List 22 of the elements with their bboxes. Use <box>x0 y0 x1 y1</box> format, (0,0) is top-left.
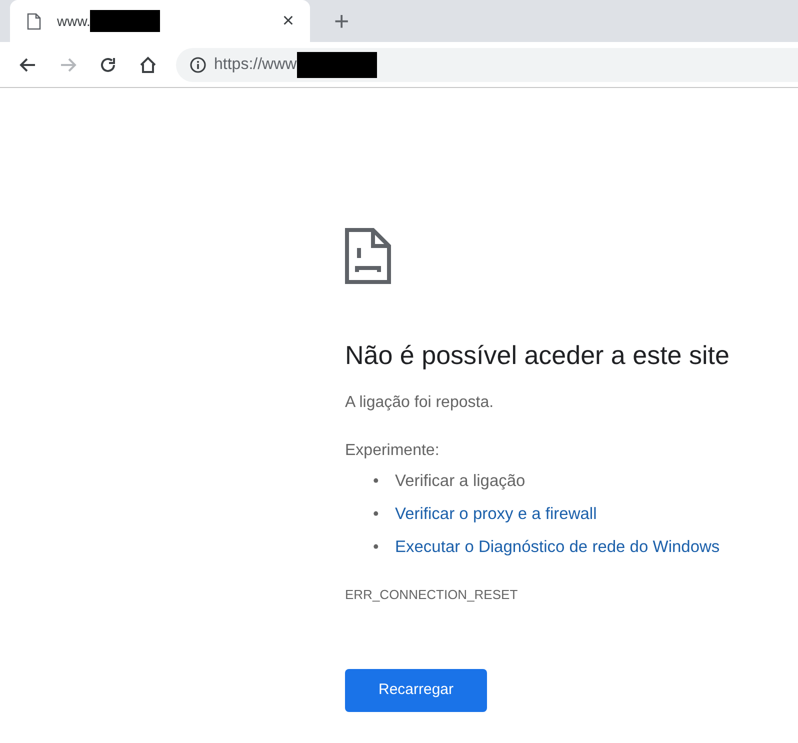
suggestion-text: Verificar a ligação <box>395 472 526 490</box>
info-icon <box>190 56 206 72</box>
error-message: A ligação foi reposta. <box>345 393 495 414</box>
suggestions-label: Experimente: <box>345 441 440 462</box>
address-bar[interactable]: https://www <box>176 48 798 82</box>
tab-title: www. <box>57 12 90 30</box>
suggestion-link[interactable]: Executar o Diagnóstico de rede do Windows <box>395 538 720 556</box>
close-tab-button[interactable]: × <box>278 11 298 31</box>
new-tab-button[interactable]: + <box>326 8 358 34</box>
reload-button[interactable]: Recarregar <box>345 668 487 712</box>
redaction-bar <box>90 10 160 32</box>
browser-tab[interactable]: www. × <box>10 0 310 42</box>
bullet: • <box>373 504 380 525</box>
suggestion-link[interactable]: Verificar o proxy e a firewall <box>395 504 597 523</box>
error-code: ERR_CONNECTION_RESET <box>345 586 519 604</box>
url-text: https://www <box>214 54 297 74</box>
error-heading: Não é possível aceder a este site <box>345 340 730 372</box>
bullet: • <box>373 471 380 492</box>
bullet: • <box>373 536 380 558</box>
error-page-icon <box>345 228 391 284</box>
page-icon <box>27 12 41 30</box>
home-icon <box>138 54 158 74</box>
